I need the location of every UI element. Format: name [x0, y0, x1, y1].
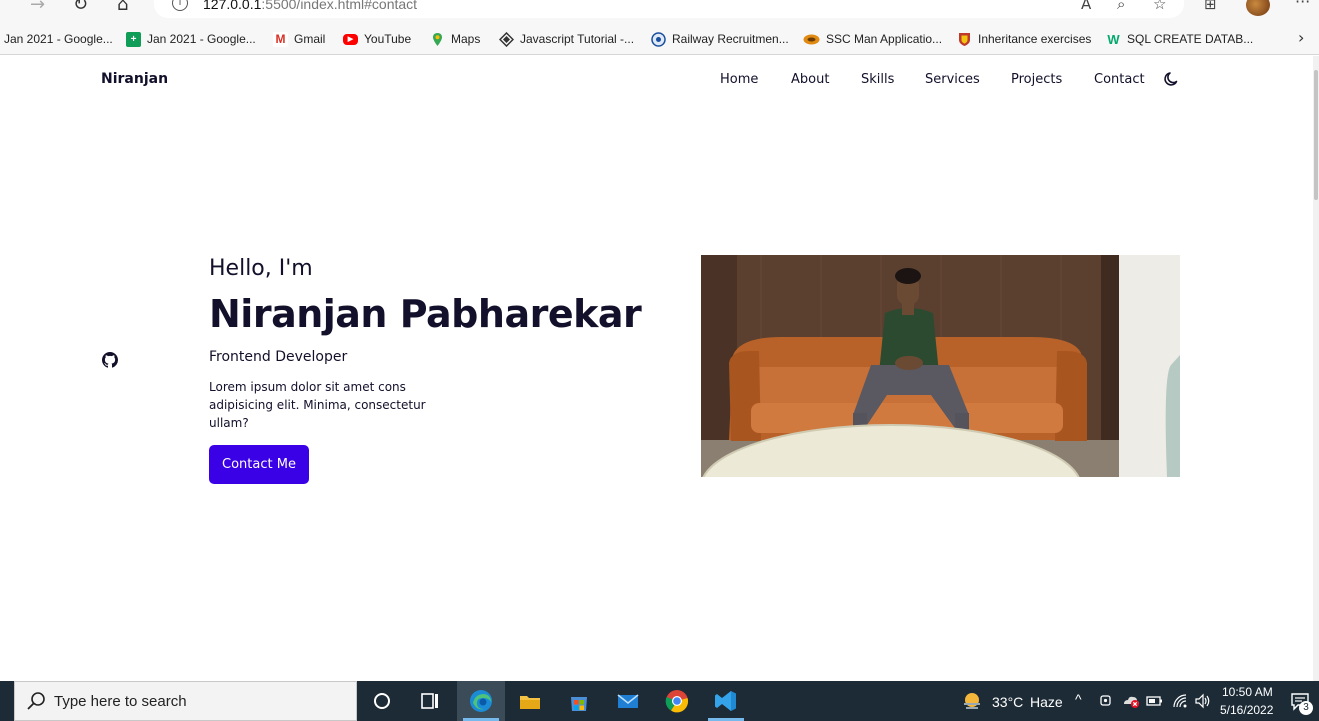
- chevron-right-icon[interactable]: ›: [1298, 28, 1304, 47]
- nav-link-services[interactable]: Services: [925, 72, 980, 87]
- hero-name: Niranjan Pabharekar: [209, 292, 642, 336]
- battery-icon[interactable]: [1146, 694, 1164, 708]
- gmail-icon: M: [273, 31, 288, 47]
- browser-toolbar: → ↻ ⌂ i 127.0.0.1:5500/index.html#contac…: [0, 0, 1319, 22]
- bookmark-item[interactable]: W SQL CREATE DATAB...: [1106, 30, 1253, 48]
- bookmark-label: SQL CREATE DATAB...: [1127, 32, 1254, 46]
- profile-photo: [701, 255, 1180, 477]
- address-path: :5500/index.html#contact: [261, 0, 418, 12]
- microsoft-store-icon[interactable]: [565, 687, 593, 715]
- bookmark-item[interactable]: + Jan 2021 - Google...: [126, 30, 256, 48]
- bookmark-item[interactable]: M Gmail: [273, 30, 325, 48]
- bookmarks-bar: Jan 2021 - Google... + Jan 2021 - Google…: [0, 22, 1319, 55]
- profile-photo-illustration: [701, 255, 1180, 477]
- w3schools-icon: W: [1107, 31, 1120, 47]
- wifi-icon[interactable]: [1172, 693, 1188, 709]
- weather-haze-icon[interactable]: [961, 690, 983, 712]
- bookmark-label: Jan 2021 - Google...: [147, 32, 256, 46]
- profile-avatar[interactable]: [1246, 0, 1270, 16]
- refresh-icon[interactable]: ↻: [73, 0, 88, 15]
- nav-link-about[interactable]: About: [791, 72, 829, 87]
- bookmark-item[interactable]: Javascript Tutorial -...: [499, 30, 634, 48]
- contact-me-button[interactable]: Contact Me: [209, 445, 309, 484]
- scrollbar-thumb[interactable]: [1314, 70, 1318, 200]
- railway-emblem-icon: [651, 31, 666, 47]
- weather-temperature[interactable]: 33°C: [992, 694, 1023, 710]
- home-icon[interactable]: ⌂: [117, 0, 128, 15]
- notification-count-badge: 3: [1299, 701, 1313, 715]
- bookmark-item[interactable]: Railway Recruitmen...: [651, 30, 789, 48]
- address-text[interactable]: 127.0.0.1:5500/index.html#contact: [203, 0, 417, 12]
- meet-now-icon[interactable]: [1099, 693, 1113, 709]
- more-menu-icon[interactable]: ···: [1295, 0, 1310, 11]
- weather-condition[interactable]: Haze: [1030, 694, 1063, 710]
- mail-icon[interactable]: [614, 687, 642, 715]
- read-aloud-icon[interactable]: A: [1081, 0, 1091, 13]
- onedrive-error-icon[interactable]: [1121, 693, 1141, 709]
- youtube-icon: ▶: [343, 33, 358, 45]
- search-icon: [27, 692, 45, 710]
- bookmark-label: Inheritance exercises: [978, 32, 1092, 46]
- bookmark-item[interactable]: Inheritance exercises: [957, 30, 1091, 48]
- ssc-icon: [803, 34, 820, 44]
- chevron-up-icon[interactable]: ^: [1075, 691, 1082, 707]
- vscode-icon[interactable]: [712, 687, 740, 715]
- collections-icon[interactable]: ⊞: [1204, 0, 1217, 13]
- address-host: 127.0.0.1: [203, 0, 262, 12]
- clock-date[interactable]: 5/16/2022: [1220, 703, 1273, 717]
- bookmark-label: Railway Recruitmen...: [672, 32, 789, 46]
- moon-icon[interactable]: [1163, 70, 1181, 88]
- maps-pin-icon: [433, 32, 442, 46]
- task-view-icon[interactable]: [416, 687, 444, 715]
- diamond-icon: [499, 31, 514, 47]
- nav-link-home[interactable]: Home: [720, 72, 758, 87]
- windows-taskbar: Type here to search 33°C Haze ^ 10:50 AM…: [0, 681, 1319, 721]
- portfolio-page: Niranjan Home About Skills Services Proj…: [0, 56, 1313, 681]
- taskbar-search-placeholder[interactable]: Type here to search: [54, 693, 187, 710]
- hero-description: Lorem ipsum dolor sit amet cons adipisic…: [209, 380, 426, 430]
- google-sheets-icon: +: [126, 31, 141, 47]
- bookmark-label: YouTube: [364, 32, 412, 46]
- bookmark-label: Javascript Tutorial -...: [520, 32, 635, 46]
- file-explorer-icon[interactable]: [516, 687, 544, 715]
- shield-icon: [959, 32, 970, 46]
- site-logo[interactable]: Niranjan: [101, 71, 168, 87]
- github-icon[interactable]: [102, 352, 118, 368]
- nav-link-skills[interactable]: Skills: [861, 72, 894, 87]
- cortana-icon[interactable]: [368, 687, 396, 715]
- nav-link-projects[interactable]: Projects: [1011, 72, 1062, 87]
- bookmark-label: SSC Man Applicatio...: [826, 32, 943, 46]
- bookmark-label: Gmail: [294, 32, 326, 46]
- bookmark-item[interactable]: Jan 2021 - Google...: [4, 30, 113, 48]
- volume-icon[interactable]: [1194, 693, 1212, 709]
- edge-icon[interactable]: [467, 687, 495, 715]
- bookmark-item[interactable]: ▶ YouTube: [343, 30, 411, 48]
- clock-time[interactable]: 10:50 AM: [1222, 685, 1273, 699]
- bookmark-item[interactable]: Maps: [430, 30, 480, 48]
- bookmark-label: Jan 2021 - Google...: [4, 32, 113, 46]
- nav-link-contact[interactable]: Contact: [1094, 72, 1145, 87]
- zoom-icon[interactable]: ⌕: [1117, 0, 1125, 13]
- chrome-icon[interactable]: [663, 687, 691, 715]
- forward-arrow-icon[interactable]: →: [30, 0, 45, 15]
- bookmark-label: Maps: [451, 32, 481, 46]
- hero-greeting: Hello, I'm: [209, 256, 313, 281]
- favorites-star-icon[interactable]: ☆: [1153, 0, 1166, 13]
- bookmark-item[interactable]: SSC Man Applicatio...: [803, 30, 942, 48]
- hero-role: Frontend Developer: [209, 349, 348, 365]
